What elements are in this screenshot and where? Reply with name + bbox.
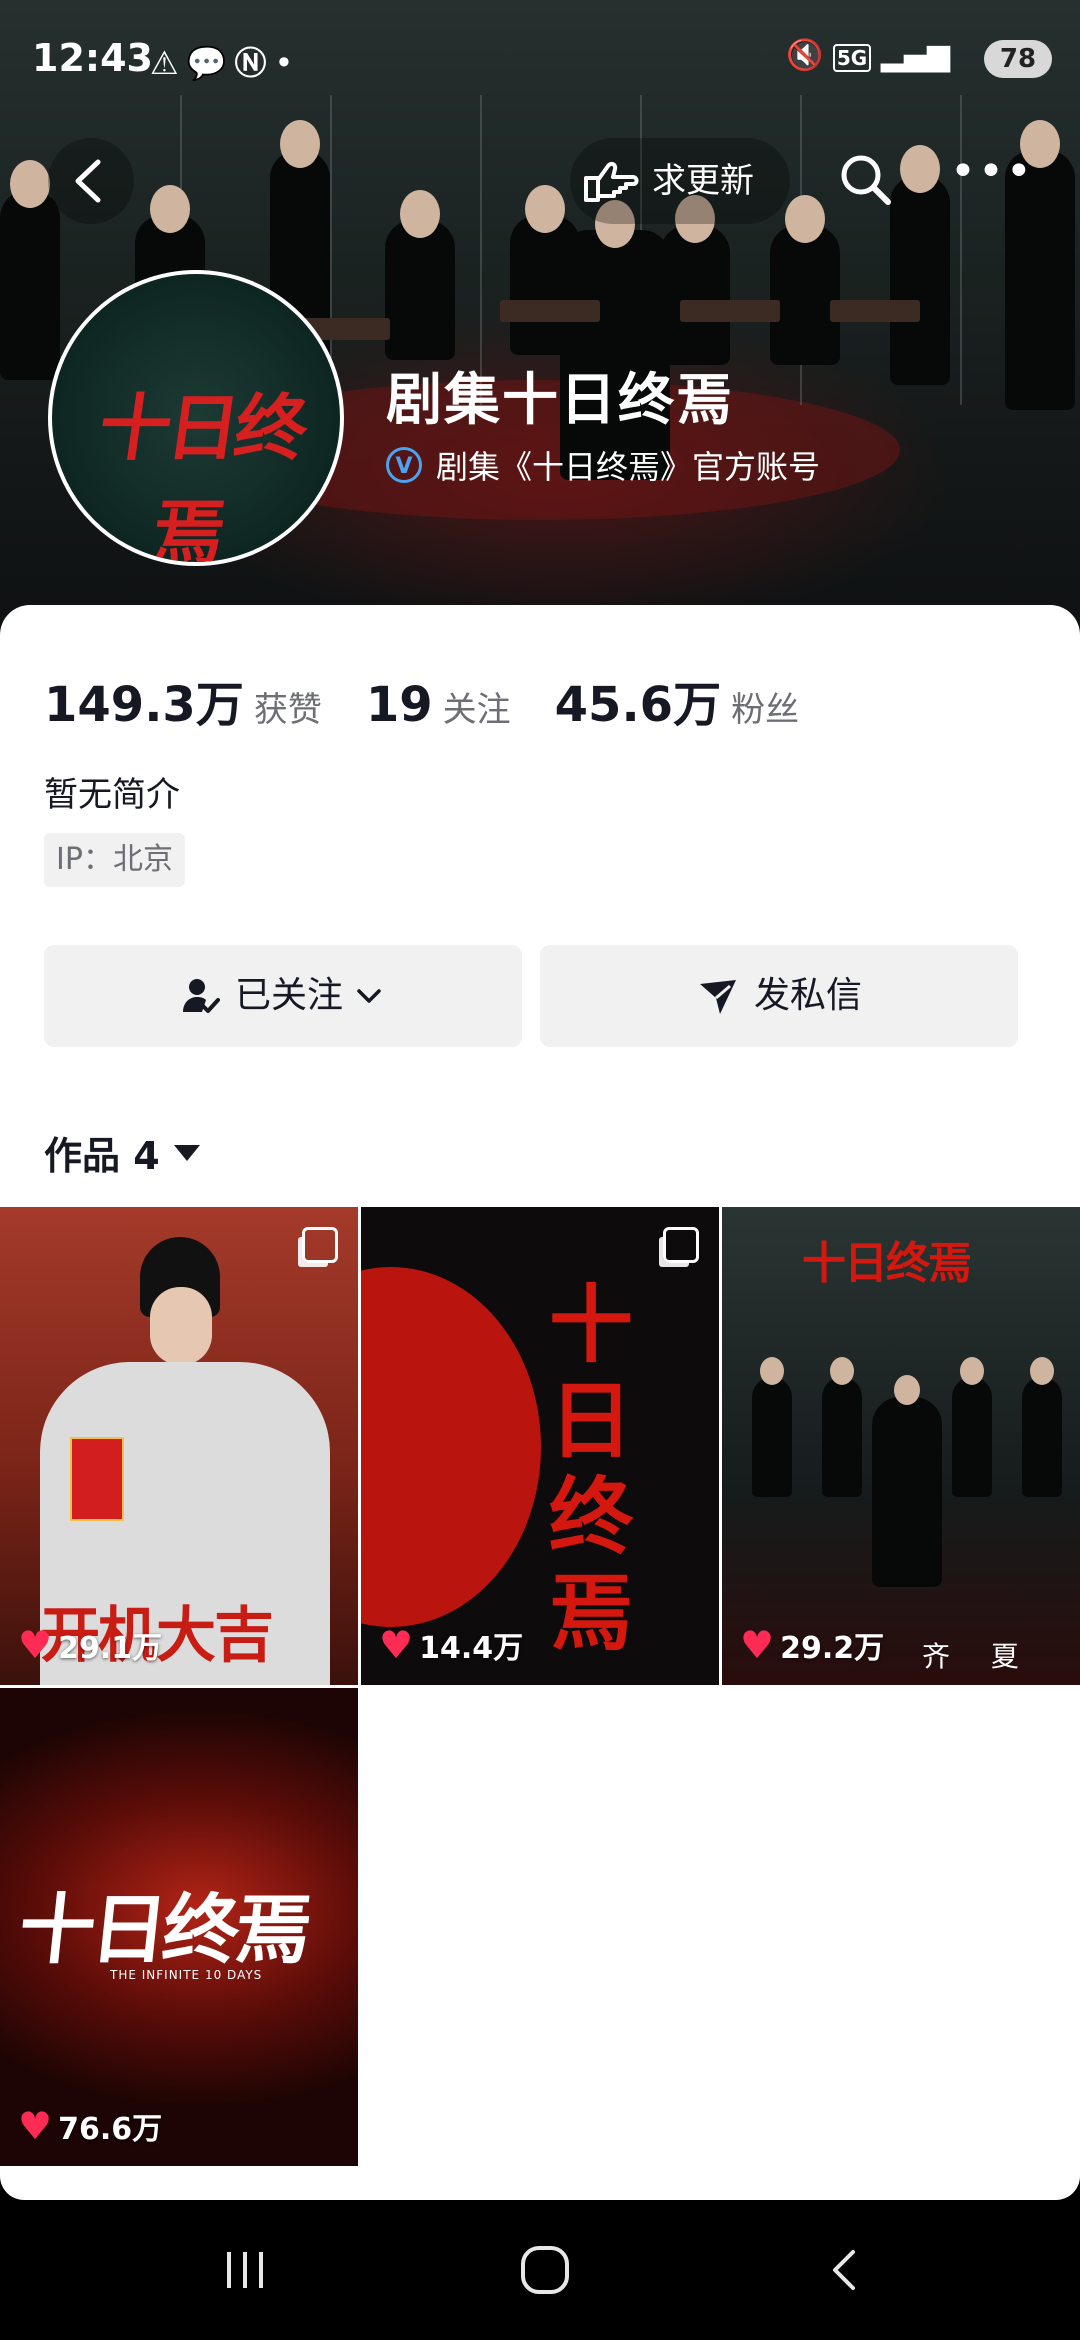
more-dots-icon: ••• bbox=[950, 146, 1034, 197]
heart-icon: ♥ bbox=[18, 2104, 53, 2148]
chat-bubble-icon: 💬 bbox=[186, 44, 235, 82]
paper-plane-icon bbox=[699, 980, 736, 1014]
thumb-person bbox=[1022, 1357, 1062, 1497]
home-button[interactable] bbox=[505, 2238, 585, 2302]
stat-following-value: 19 bbox=[365, 677, 433, 733]
recent-apps-icon bbox=[227, 2252, 263, 2288]
banner-table bbox=[500, 300, 600, 322]
status-system-icons: 🔇 5G ▂▄▆ bbox=[786, 38, 950, 73]
dot-icon: • bbox=[274, 44, 302, 82]
battery-indicator: 78 bbox=[984, 40, 1052, 78]
request-update-label: 求更新 bbox=[652, 161, 754, 201]
stat-following[interactable]: 19 关注 bbox=[366, 677, 511, 733]
nfc-icon: Ⓝ bbox=[234, 44, 275, 82]
status-time: 12:43 bbox=[32, 36, 153, 80]
thumb-subtitle: THE INFINITE 10 DAYS bbox=[110, 1968, 263, 1982]
like-count-value: 76.6万 bbox=[58, 2112, 163, 2147]
back-button[interactable] bbox=[48, 138, 134, 224]
send-message-button[interactable]: 发私信 bbox=[540, 945, 1018, 1047]
system-navigation-bar bbox=[0, 2200, 1080, 2340]
heart-icon: ♥ bbox=[18, 1623, 53, 1667]
like-count: ♥ 29.1万 bbox=[18, 1623, 162, 1667]
signal-icon: ▂▄▆ bbox=[880, 38, 950, 73]
works-title-label: 作品 4 bbox=[44, 1134, 160, 1178]
stat-likes[interactable]: 149.3万 获赞 bbox=[44, 665, 322, 735]
followed-label: 已关注 bbox=[234, 975, 343, 1016]
profile-card: 149.3万 获赞 19 关注 45.6万 粉丝 暂无简介 IP：北京 已关注 bbox=[0, 605, 1080, 2200]
top-navigation: 求更新 ••• bbox=[0, 130, 1080, 230]
like-count-value: 14.4万 bbox=[419, 1631, 524, 1666]
stat-followers[interactable]: 45.6万 粉丝 bbox=[555, 665, 799, 735]
thumb-caption: 齐 夏 bbox=[922, 1640, 1035, 1673]
stat-following-label: 关注 bbox=[442, 690, 511, 730]
video-thumbnail[interactable]: 十日终焉 齐 夏 ♥ 29.2万 bbox=[722, 1207, 1080, 1685]
chevron-left-icon bbox=[833, 2250, 855, 2290]
multi-image-icon bbox=[663, 1227, 699, 1263]
status-bar: 12:43 ⚠💬Ⓝ• 🔇 5G ▂▄▆ 78 bbox=[0, 0, 1080, 120]
request-update-button[interactable]: 求更新 bbox=[570, 138, 790, 224]
works-tab[interactable]: 作品 4 bbox=[44, 1125, 200, 1180]
thumb-face bbox=[150, 1287, 212, 1365]
status-notification-icons: ⚠💬Ⓝ• bbox=[150, 38, 301, 84]
banner-table bbox=[830, 300, 920, 322]
search-button[interactable] bbox=[828, 142, 904, 218]
stat-likes-value: 149.3万 bbox=[44, 677, 244, 733]
like-count-value: 29.2万 bbox=[780, 1631, 885, 1666]
recent-apps-button[interactable] bbox=[205, 2238, 285, 2302]
thumb-red-disc bbox=[361, 1267, 541, 1627]
user-check-icon bbox=[182, 979, 220, 1013]
like-count: ♥ 76.6万 bbox=[18, 2104, 162, 2148]
banner-person bbox=[770, 195, 840, 365]
banner-table bbox=[680, 300, 780, 322]
thumb-logo: 十日终焉 bbox=[802, 1238, 972, 1289]
video-thumbnail[interactable]: 十日终焉 THE INFINITE 10 DAYS ♥ 76.6万 bbox=[0, 1688, 358, 2166]
multi-image-icon bbox=[302, 1227, 338, 1263]
banner-person bbox=[660, 195, 730, 365]
verified-badge-icon: V bbox=[386, 447, 422, 483]
caret-down-icon bbox=[173, 1144, 200, 1161]
mute-icon: 🔇 bbox=[785, 38, 824, 73]
like-count: ♥ 14.4万 bbox=[379, 1623, 523, 1667]
warning-icon: ⚠ bbox=[150, 44, 187, 82]
video-thumbnail[interactable]: 十日终焉 ♥ 14.4万 bbox=[361, 1207, 719, 1685]
thumb-person bbox=[952, 1357, 992, 1497]
search-icon bbox=[841, 155, 891, 205]
banner-person bbox=[385, 190, 455, 360]
thumb-person bbox=[752, 1357, 792, 1497]
heart-icon: ♥ bbox=[379, 1623, 414, 1667]
thumb-red-envelope bbox=[70, 1437, 124, 1521]
home-icon bbox=[521, 2246, 569, 2294]
thumb-person bbox=[822, 1357, 862, 1497]
chevron-down-icon bbox=[357, 989, 381, 1003]
thumb-text: 十日终焉 bbox=[14, 1885, 312, 1974]
avatar[interactable]: 十日终焉 bbox=[48, 270, 344, 566]
send-message-label: 发私信 bbox=[753, 975, 862, 1016]
stat-followers-label: 粉丝 bbox=[731, 690, 800, 730]
stat-followers-value: 45.6万 bbox=[554, 677, 722, 733]
video-thumbnail[interactable]: 开机大吉 ♥ 29.1万 bbox=[0, 1207, 358, 1685]
5g-icon: 5G bbox=[832, 44, 872, 72]
like-count: ♥ 29.2万 bbox=[740, 1623, 884, 1667]
system-back-button[interactable] bbox=[805, 2238, 885, 2302]
stats-row: 149.3万 获赞 19 关注 45.6万 粉丝 bbox=[44, 665, 843, 733]
hand-pointing-icon bbox=[584, 161, 639, 202]
avatar-logo: 十日终焉 bbox=[93, 385, 310, 566]
more-options-button[interactable]: ••• bbox=[950, 142, 1032, 218]
followed-button[interactable]: 已关注 bbox=[44, 945, 522, 1047]
thumb-person bbox=[872, 1375, 942, 1587]
chevron-left-icon bbox=[75, 159, 101, 203]
ip-location-tag: IP：北京 bbox=[44, 833, 185, 887]
thumb-text: 十日终焉 bbox=[548, 1275, 633, 1662]
verified-text: 剧集《十日终焉》官方账号 bbox=[436, 448, 821, 486]
stat-likes-label: 获赞 bbox=[253, 690, 322, 730]
like-count-value: 29.1万 bbox=[58, 1631, 163, 1666]
bio-text: 暂无简介 bbox=[44, 775, 180, 815]
heart-icon: ♥ bbox=[740, 1623, 775, 1667]
profile-name: 剧集十日终焉 bbox=[386, 368, 734, 433]
verification-row: V 剧集《十日终焉》官方账号 bbox=[386, 442, 820, 488]
